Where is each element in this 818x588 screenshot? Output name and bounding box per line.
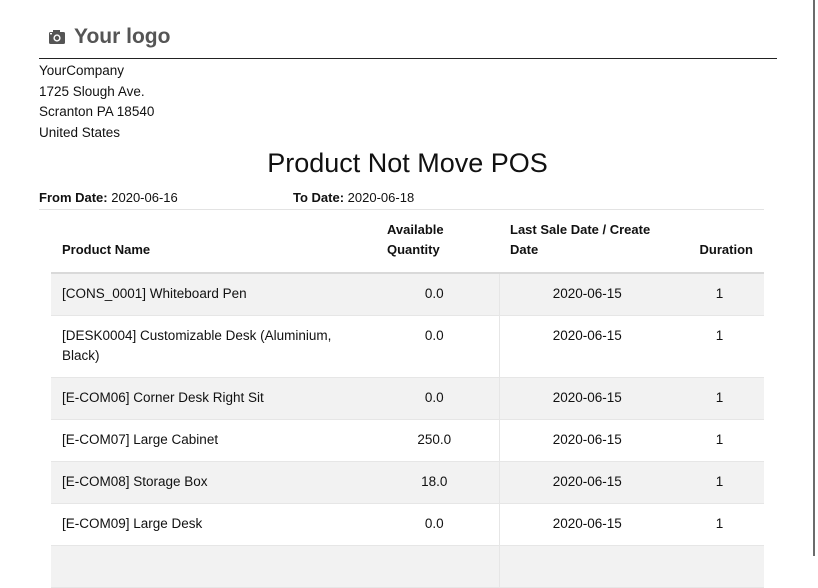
table-row: [CONS_0001] Whiteboard Pen 0.0 2020-06-1… xyxy=(51,273,764,316)
header-last-sale-date: Last Sale Date / Create Date xyxy=(499,212,674,274)
to-date-value: 2020-06-18 xyxy=(347,190,415,205)
company-address: YourCompany 1725 Slough Ave. Scranton PA… xyxy=(39,61,154,144)
cell-qty: 0.0 xyxy=(369,273,499,316)
from-date-label: From Date: xyxy=(39,190,108,205)
cell-date: 2020-06-15 xyxy=(498,273,674,316)
cell-date: 2020-06-15 xyxy=(498,315,674,378)
page-edge xyxy=(813,0,815,556)
cell-qty: 0.0 xyxy=(369,315,499,378)
cell-date: 2020-06-15 xyxy=(498,419,674,462)
table-row: [E-COM08] Storage Box 18.0 2020-06-15 1 xyxy=(51,461,764,504)
cell-qty: 0.0 xyxy=(369,377,499,420)
to-date-label: To Date: xyxy=(293,190,345,205)
table-row: [DESK0004] Customizable Desk (Aluminium,… xyxy=(51,315,764,378)
cell-duration: 1 xyxy=(674,315,764,378)
camera-icon xyxy=(48,29,66,45)
cell-duration: 1 xyxy=(674,461,764,504)
cell-product: [E-COM08] Storage Box xyxy=(51,461,369,504)
cell-product: [E-COM06] Corner Desk Right Sit xyxy=(51,377,369,420)
cell-date: 2020-06-15 xyxy=(498,377,674,420)
logo-text: Your logo xyxy=(74,25,171,48)
cell-date: 2020-06-15 xyxy=(498,461,674,504)
cell-duration: 1 xyxy=(674,503,764,546)
cell-qty: 0.0 xyxy=(369,503,499,546)
cell-product: [DESK0004] Customizable Desk (Aluminium,… xyxy=(51,315,369,378)
table-header-row: Product Name Available Quantity Last Sal… xyxy=(51,212,764,274)
company-logo: Your logo xyxy=(48,24,170,50)
report-table: Product Name Available Quantity Last Sal… xyxy=(51,212,764,588)
company-street: 1725 Slough Ave. xyxy=(39,83,145,99)
from-date-value: 2020-06-16 xyxy=(111,190,178,205)
table-row: [E-COM06] Corner Desk Right Sit 0.0 2020… xyxy=(51,377,764,420)
header-duration: Duration xyxy=(674,212,764,274)
cell-qty: 250.0 xyxy=(369,419,499,462)
to-date: To Date: 2020-06-18 xyxy=(293,190,414,205)
cell-duration: 1 xyxy=(674,273,764,316)
filter-divider xyxy=(39,209,764,210)
company-city: Scranton PA 18540 xyxy=(39,104,155,120)
cell-duration: 1 xyxy=(674,419,764,462)
table-row: [E-COM07] Large Cabinet 250.0 2020-06-15… xyxy=(51,419,764,462)
report-title: Product Not Move POS xyxy=(267,148,548,178)
cell-product: [E-COM07] Large Cabinet xyxy=(51,419,369,462)
cell-date: 2020-06-15 xyxy=(498,503,674,546)
table-row-partial xyxy=(51,545,764,588)
company-name: YourCompany xyxy=(39,63,125,78)
header-divider xyxy=(39,58,777,59)
cell-product: [E-COM09] Large Desk xyxy=(51,503,369,546)
cell-product: [CONS_0001] Whiteboard Pen xyxy=(51,273,369,316)
header-available-quantity: Available Quantity xyxy=(369,212,499,274)
cell-qty: 18.0 xyxy=(369,461,499,504)
table-row: [E-COM09] Large Desk 0.0 2020-06-15 1 xyxy=(51,503,764,546)
cell-duration: 1 xyxy=(674,377,764,420)
from-date: From Date: 2020-06-16 xyxy=(39,190,178,205)
header-product-name: Product Name xyxy=(51,212,369,274)
company-country: United States xyxy=(39,125,121,141)
